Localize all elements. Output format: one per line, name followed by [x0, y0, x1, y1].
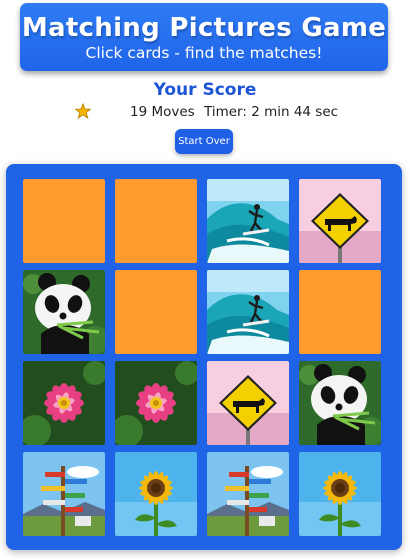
card-revealed[interactable]	[23, 452, 105, 536]
card-hidden[interactable]	[115, 270, 197, 354]
signpost-icon	[23, 452, 105, 536]
card-hidden[interactable]	[299, 270, 381, 354]
game-header: Matching Pictures Game Click cards - fin…	[20, 3, 388, 71]
score-stats: 19 Moves Timer: 2 min 44 sec	[0, 102, 410, 122]
score-title: Your Score	[153, 80, 257, 100]
pink-flower-icon	[23, 361, 105, 445]
sunflower-icon	[299, 452, 381, 536]
card-revealed[interactable]	[115, 361, 197, 445]
card-revealed[interactable]	[207, 179, 289, 263]
game-subtitle: Click cards - find the matches!	[85, 44, 323, 62]
cow-sign-icon	[207, 361, 289, 445]
card-hidden[interactable]	[23, 179, 105, 263]
game-board	[6, 164, 402, 550]
card-revealed[interactable]	[299, 179, 381, 263]
signpost-icon	[207, 452, 289, 536]
card-revealed[interactable]	[23, 270, 105, 354]
star-icon	[75, 103, 91, 119]
card-revealed[interactable]	[299, 361, 381, 445]
start-over-button[interactable]: Start Over	[175, 129, 233, 154]
cow-sign-icon	[299, 179, 381, 263]
card-revealed[interactable]	[207, 270, 289, 354]
card-revealed[interactable]	[207, 361, 289, 445]
timer-display: Timer: 2 min 44 sec	[204, 104, 339, 120]
card-revealed[interactable]	[23, 361, 105, 445]
card-revealed[interactable]	[115, 452, 197, 536]
surfer-wave-icon	[207, 179, 289, 263]
surfer-wave-icon	[207, 270, 289, 354]
game-title: Matching Pictures Game	[21, 13, 387, 43]
moves-counter: 19 Moves	[130, 104, 195, 120]
card-revealed[interactable]	[207, 452, 289, 536]
panda-icon	[23, 270, 105, 354]
card-hidden[interactable]	[115, 179, 197, 263]
pink-flower-icon	[115, 361, 197, 445]
panda-icon	[299, 361, 381, 445]
card-revealed[interactable]	[299, 452, 381, 536]
sunflower-icon	[115, 452, 197, 536]
